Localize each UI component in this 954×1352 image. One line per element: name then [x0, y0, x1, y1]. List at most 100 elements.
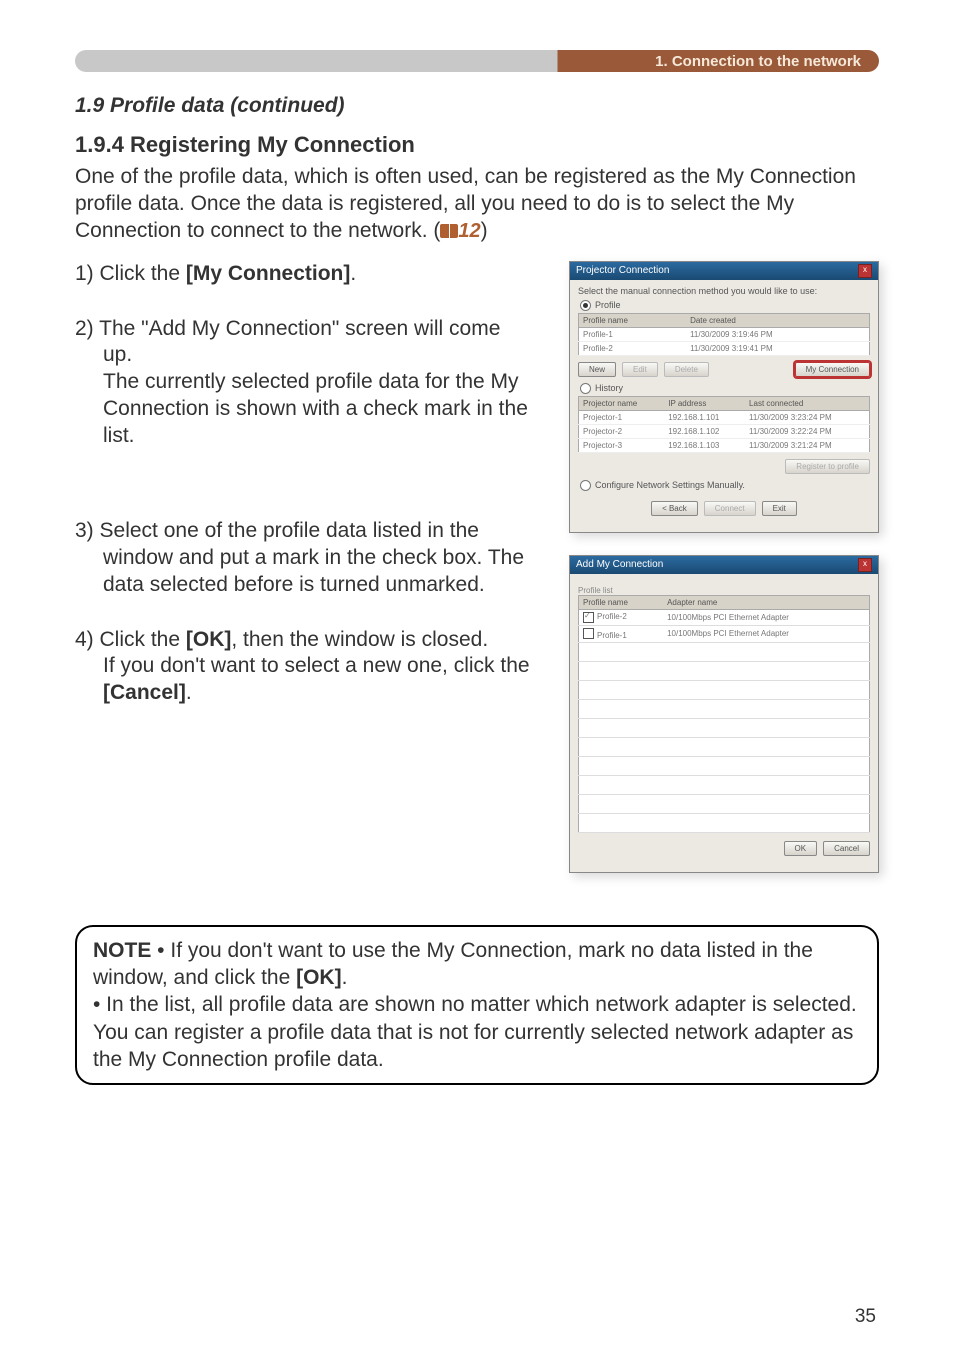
profile-th-date: Date created	[686, 313, 869, 327]
page-number: 35	[855, 1306, 876, 1328]
history-table: Projector nameIP addressLast connected P…	[578, 396, 870, 453]
cancel-button[interactable]: Cancel	[823, 841, 870, 856]
edit-button[interactable]: Edit	[622, 362, 658, 377]
table-row	[579, 737, 870, 756]
step4-cancel: [Cancel]	[103, 681, 186, 704]
step4-f: .	[186, 681, 192, 704]
radio-history-label: History	[595, 383, 623, 393]
profile-th-name: Profile name	[579, 313, 687, 327]
note-line1c: .	[342, 966, 348, 989]
table-row[interactable]: Profile-210/100Mbps PCI Ethernet Adapter	[579, 609, 870, 625]
cell: 10/100Mbps PCI Ethernet Adapter	[663, 625, 869, 642]
table-row	[579, 794, 870, 813]
radio-manual[interactable]: Configure Network Settings Manually.	[580, 480, 870, 491]
cell: Profile-2	[597, 612, 627, 621]
note-ok: [OK]	[296, 966, 342, 989]
note-line2: • In the list, all profile data are show…	[93, 993, 857, 1071]
section-header-bar: 1. Connection to the network	[75, 50, 879, 72]
table-row[interactable]: Profile-1 10/100Mbps PCI Ethernet Adapter	[579, 625, 870, 642]
close-icon[interactable]: x	[858, 558, 872, 572]
cell: Projector-1	[579, 410, 665, 424]
step2-c: The currently selected profile data for …	[75, 369, 555, 450]
cell: Profile-1	[597, 631, 627, 640]
cell: Profile-1	[579, 327, 687, 341]
table-row[interactable]: Profile-111/30/2009 3:19:46 PM	[579, 327, 870, 341]
radio-profile[interactable]: Profile	[580, 300, 870, 311]
table-row	[579, 661, 870, 680]
table-row	[579, 680, 870, 699]
step-2: 2) The "Add My Connection" screen will c…	[75, 316, 555, 450]
step4-c: , then the window is closed.	[231, 628, 488, 651]
register-to-profile-button[interactable]: Register to profile	[785, 459, 870, 474]
dialog1-title-text: Projector Connection	[576, 265, 669, 276]
dialog2-title-text: Add My Connection	[576, 559, 663, 570]
checkbox-icon[interactable]	[583, 612, 594, 623]
note-label: NOTE	[93, 939, 151, 962]
note-line1a: • If you don't want to use the My Connec…	[93, 939, 813, 989]
cell: Projector-3	[579, 438, 665, 452]
cell: Profile-2	[579, 341, 687, 355]
add-my-connection-dialog: Add My Connection x Profile list Profile…	[569, 555, 879, 873]
table-row[interactable]: Projector-1192.168.1.10111/30/2009 3:23:…	[579, 410, 870, 424]
my-connection-button[interactable]: My Connection	[795, 362, 870, 377]
back-button[interactable]: < Back	[651, 501, 698, 516]
radio-icon	[580, 480, 591, 491]
cell: 11/30/2009 3:19:41 PM	[686, 341, 869, 355]
radio-icon	[580, 383, 591, 394]
table-row[interactable]: Projector-2192.168.1.10211/30/2009 3:22:…	[579, 424, 870, 438]
connect-button[interactable]: Connect	[704, 501, 756, 516]
section-header-text: 1. Connection to the network	[655, 53, 861, 70]
step-4: 4) Click the [OK], then the window is cl…	[75, 627, 555, 708]
step-1: 1) Click the [My Connection].	[75, 261, 555, 288]
cell: 192.168.1.101	[664, 410, 745, 424]
cell: 192.168.1.103	[664, 438, 745, 452]
history-th-ip: IP address	[664, 396, 745, 410]
profile-table: Profile nameDate created Profile-111/30/…	[578, 313, 870, 356]
exit-button[interactable]: Exit	[762, 501, 797, 516]
cell: 11/30/2009 3:22:24 PM	[745, 424, 869, 438]
subsection-title: 1.9.4 Registering My Connection	[75, 132, 879, 158]
step2-a: 2) The "Add My Connection" screen will c…	[75, 317, 500, 340]
radio-manual-label: Configure Network Settings Manually.	[595, 480, 745, 490]
step4-d: If you don't want to select a new one, c…	[103, 654, 530, 677]
table-row	[579, 775, 870, 794]
intro-ref: 12	[458, 220, 480, 242]
table-row	[579, 699, 870, 718]
add-connection-table: Profile nameAdapter name Profile-210/100…	[578, 595, 870, 833]
cell: 11/30/2009 3:21:24 PM	[745, 438, 869, 452]
step1-my-connection: [My Connection]	[186, 262, 350, 285]
cell: Projector-2	[579, 424, 665, 438]
table-row[interactable]: Profile-211/30/2009 3:19:41 PM	[579, 341, 870, 355]
table-row	[579, 756, 870, 775]
ok-button[interactable]: OK	[784, 841, 818, 856]
intro-text-b: )	[481, 219, 488, 242]
history-th-last: Last connected	[745, 396, 869, 410]
table-row[interactable]: Projector-3192.168.1.10311/30/2009 3:21:…	[579, 438, 870, 452]
history-th-name: Projector name	[579, 396, 665, 410]
radio-icon	[580, 300, 591, 311]
dialog2-titlebar: Add My Connection x	[570, 556, 878, 574]
step4-ok: [OK]	[186, 628, 232, 651]
profile-list-label: Profile list	[578, 586, 870, 595]
step1-a: 1) Click the	[75, 262, 186, 285]
step4-a: 4) Click the	[75, 628, 186, 651]
addconn-th-adapter: Adapter name	[663, 595, 869, 609]
step-3: 3) Select one of the profile data listed…	[75, 518, 555, 599]
cell: 192.168.1.102	[664, 424, 745, 438]
dialog1-titlebar: Projector Connection x	[570, 262, 878, 280]
table-row	[579, 718, 870, 737]
section-title: 1.9 Profile data (continued)	[75, 94, 879, 118]
new-button[interactable]: New	[578, 362, 616, 377]
close-icon[interactable]: x	[858, 264, 872, 278]
step1-c: .	[350, 262, 356, 285]
delete-button[interactable]: Delete	[664, 362, 709, 377]
radio-profile-label: Profile	[595, 300, 621, 310]
step2-b: up.	[75, 342, 555, 369]
projector-connection-dialog: Projector Connection x Select the manual…	[569, 261, 879, 533]
radio-history[interactable]: History	[580, 383, 870, 394]
step3-a: 3) Select one of the profile data listed…	[75, 519, 479, 542]
dialog1-prompt: Select the manual connection method you …	[578, 286, 870, 296]
book-icon	[440, 224, 458, 238]
checkbox-icon[interactable]	[583, 628, 594, 639]
cell: 11/30/2009 3:23:24 PM	[745, 410, 869, 424]
